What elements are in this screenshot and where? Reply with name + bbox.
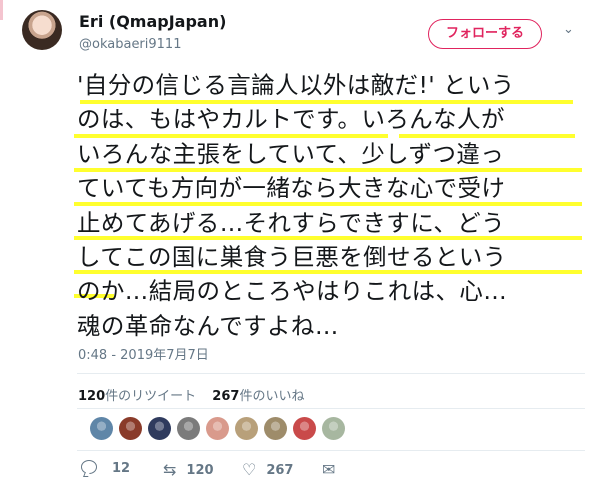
message-button[interactable]: ✉: [322, 460, 345, 479]
reply-icon: [81, 460, 97, 474]
liker-avatar-5[interactable]: [206, 417, 229, 440]
divider: [77, 408, 585, 409]
retweet-stat-count: 120: [78, 389, 106, 404]
liker-avatar-7[interactable]: [264, 417, 287, 440]
reply-button[interactable]: 12: [81, 460, 130, 476]
tweet-line: 魂の革命なんですよね…: [77, 311, 339, 340]
liker-avatar-4[interactable]: [177, 417, 200, 440]
liker-avatar-9[interactable]: [322, 417, 345, 440]
like-stat[interactable]: 267件のいいね: [212, 389, 304, 404]
retweet-count: 120: [186, 463, 214, 478]
liker-avatar-6[interactable]: [235, 417, 258, 440]
tweet-line: 止めてあげる…それすらできすに、どう: [77, 208, 506, 237]
retweet-button[interactable]: ⇆ 120: [163, 460, 214, 479]
retweet-icon: ⇆: [163, 460, 177, 479]
heart-icon: ♡: [242, 460, 257, 479]
tweet-line: いろんな主張をしていて、少しずつ違っ: [77, 139, 505, 168]
tweet-line: '自分の信じる言論人以外は敵だ!' という: [77, 71, 515, 99]
tweet-line: のは、もはやカルトです。いろんな人が: [77, 105, 505, 134]
tweet-line: ていても方向が一緒なら大きな心で受け: [77, 174, 506, 203]
tweet-timestamp[interactable]: 0:48 - 2019年7月7日: [78, 344, 209, 363]
follow-button[interactable]: フォローする: [428, 19, 542, 49]
chevron-down-icon[interactable]: ⌄: [563, 22, 574, 37]
reply-count: 12: [112, 461, 131, 476]
like-stat-label: 件のいいね: [239, 389, 305, 404]
retweet-stat-label: 件のリツイート: [105, 389, 197, 404]
tweet-line: してこの国に巣食う巨悪を倒せるという: [77, 242, 507, 271]
display-name[interactable]: Eri (QmapJapan): [79, 12, 226, 31]
user-handle[interactable]: @okabaeri9111: [79, 37, 181, 52]
envelope-icon: ✉: [322, 460, 336, 479]
like-stat-count: 267: [212, 389, 240, 404]
like-count: 267: [266, 463, 294, 478]
liker-avatar-3[interactable]: [148, 417, 171, 440]
tweet-line: のか…結局のところやはりこれは、心…: [77, 277, 508, 306]
avatar[interactable]: [22, 10, 62, 50]
liker-avatar-8[interactable]: [293, 417, 316, 440]
tweet-stats: 120件のリツイート 267件のいいね: [78, 385, 316, 404]
page-edge-mark: [0, 0, 3, 20]
liker-avatar-2[interactable]: [119, 417, 142, 440]
divider: [77, 450, 585, 451]
tweet-text: '自分の信じる言論人以外は敵だ!' という のは、もはやカルトです。いろんな人が…: [77, 68, 582, 343]
retweet-stat[interactable]: 120件のリツイート: [78, 389, 196, 404]
liker-avatar-1[interactable]: [90, 417, 113, 440]
divider: [77, 373, 585, 374]
like-button[interactable]: ♡ 267: [242, 460, 293, 479]
